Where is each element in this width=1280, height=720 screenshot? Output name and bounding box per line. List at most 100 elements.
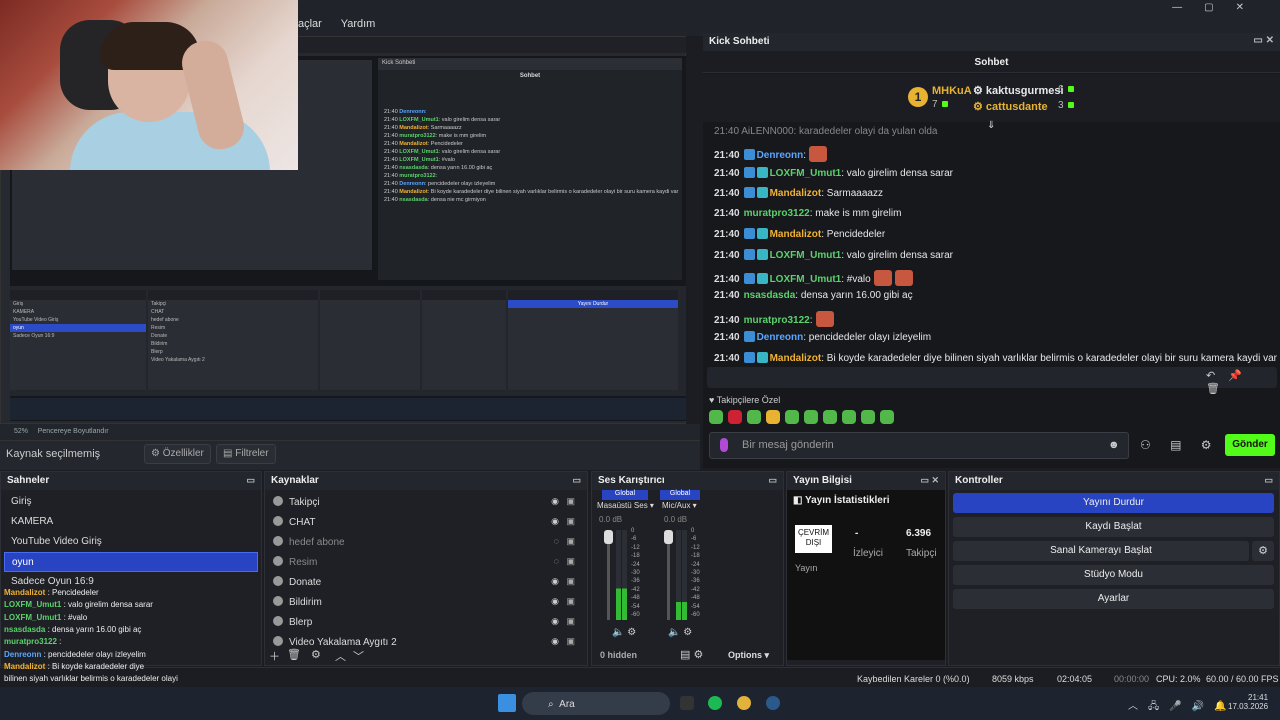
- mixer-layout-icon[interactable]: ▤ ⚙: [680, 648, 703, 661]
- source-item[interactable]: Blerp ◉ ▣: [267, 612, 585, 632]
- chat-messages: 21:40 AiLENN000: karadedeler olayi da yu…: [703, 126, 1280, 390]
- message-username[interactable]: muratpro3122: [744, 208, 810, 219]
- chat-message: 21:40 nsasdasda: densa yarın 16.00 gibi a…: [714, 290, 913, 301]
- channel-name[interactable]: Mic/Aux ▾: [662, 501, 697, 510]
- message-actions[interactable]: ↶📌🗑: [1206, 369, 1280, 395]
- studio-mode-button[interactable]: Stüdyo Modu: [953, 565, 1274, 585]
- level-meter: [682, 530, 687, 620]
- chat-tool-icons[interactable]: ⚇ ▤ ⚙: [1140, 438, 1220, 452]
- nested-source-item: Donate: [151, 333, 168, 339]
- chrome-icon[interactable]: [737, 696, 751, 710]
- dock-close-icon[interactable]: ▭ ✕: [1253, 35, 1274, 46]
- lock-icon[interactable]: ▣: [566, 556, 575, 567]
- visibility-icon[interactable]: ◉: [551, 636, 559, 647]
- channel-name[interactable]: Masaüstü Ses ▾: [597, 501, 654, 510]
- mixer-options[interactable]: Options ▾: [728, 650, 769, 661]
- start-icon[interactable]: [498, 694, 516, 712]
- dock-undock-icon[interactable]: ▭: [572, 475, 581, 486]
- dock-undock-icon[interactable]: ▭: [768, 475, 777, 486]
- scene-item[interactable]: YouTube Video Giriş: [4, 532, 258, 552]
- scene-item[interactable]: oyun: [4, 552, 258, 572]
- message-time: 21:40: [714, 353, 740, 364]
- source-settings-icon[interactable]: ⚙: [311, 648, 321, 661]
- lock-icon[interactable]: ▣: [566, 496, 575, 507]
- message-username[interactable]: muratpro3122: [744, 315, 810, 326]
- stop-stream-button[interactable]: Yayını Durdur: [953, 493, 1274, 513]
- filters-button[interactable]: ▤ Filtreler: [216, 444, 276, 464]
- visibility-icon[interactable]: ◉: [551, 596, 559, 607]
- lock-icon[interactable]: ▣: [566, 536, 575, 547]
- visibility-icon[interactable]: ◉: [551, 616, 559, 627]
- message-username[interactable]: Denreonn: [757, 332, 804, 343]
- window-controls[interactable]: —▢✕: [1172, 2, 1266, 13]
- dock-undock-icon[interactable]: ▭: [246, 475, 255, 486]
- nested-chat-line: 21:40 nsasdasda: densa nie mc girmiyon: [384, 197, 486, 203]
- volume-knob[interactable]: [604, 530, 613, 544]
- mic-icon[interactable]: [720, 438, 728, 452]
- zoom-level[interactable]: 52%: [14, 428, 28, 435]
- message-username[interactable]: LOXFM_Umut1: [770, 274, 842, 285]
- source-item[interactable]: Donate ◉ ▣: [267, 572, 585, 592]
- message-username[interactable]: Mandalizot: [770, 188, 822, 199]
- emoji-icon[interactable]: ☻: [1108, 439, 1120, 451]
- stream-info-title: Yayın Bilgisi ▭ ✕: [787, 472, 945, 490]
- obs-icon[interactable]: [680, 696, 694, 710]
- lock-icon[interactable]: ▣: [566, 596, 575, 607]
- taskbar-search[interactable]: [522, 692, 670, 715]
- nested-chat-line: 21:40 LOXFM_Umut1: valo girelim densa sa…: [384, 149, 501, 155]
- tray-icons[interactable]: ︿🖧🎤🔊🔔: [1128, 697, 1237, 716]
- message-username[interactable]: nsasdasda: [744, 290, 796, 301]
- virtualcam-settings-icon[interactable]: ⚙: [1252, 541, 1274, 561]
- properties-button[interactable]: ⚙ Özellikler: [144, 444, 211, 464]
- menu-item-tools[interactable]: açlar: [298, 18, 322, 30]
- volume-knob[interactable]: [664, 530, 673, 544]
- start-recording-button[interactable]: Kaydı Başlat: [953, 517, 1274, 537]
- message-text: : Pencidedeler: [821, 229, 886, 241]
- message-username[interactable]: LOXFM_Umut1: [770, 168, 842, 179]
- dock-close-icon[interactable]: ▭ ✕: [920, 475, 939, 486]
- scene-item[interactable]: KAMERA: [4, 512, 258, 532]
- emote-bar[interactable]: [709, 410, 899, 426]
- sources-dock: Kaynaklar ▭ Takipçi ◉ ▣ CHAT ◉ ▣ hedef abone ◌ ▣ R…: [264, 471, 588, 666]
- lock-icon[interactable]: ▣: [566, 616, 575, 627]
- taskbar-clock[interactable]: 21:41 17.03.2026: [1228, 693, 1268, 711]
- source-item[interactable]: CHAT ◉ ▣: [267, 512, 585, 532]
- source-item[interactable]: Takipçi ◉ ▣: [267, 492, 585, 512]
- send-button[interactable]: Gönder: [1225, 434, 1275, 456]
- start-virtualcam-button[interactable]: Sanal Kamerayı Başlat: [953, 541, 1249, 561]
- lock-icon[interactable]: ▣: [566, 636, 575, 647]
- steam-icon[interactable]: [766, 696, 780, 710]
- message-username[interactable]: Denreonn: [757, 150, 804, 161]
- source-item[interactable]: hedef abone ◌ ▣: [267, 532, 585, 552]
- message-username[interactable]: LOXFM_Umut1: [770, 250, 842, 261]
- message-username[interactable]: Mandalizot: [770, 353, 822, 364]
- move-up-icon[interactable]: ︿: [335, 648, 346, 664]
- mute-icon[interactable]: 🔈 ⚙: [668, 627, 692, 638]
- lock-icon[interactable]: ▣: [566, 576, 575, 587]
- search-label: ⌕ Ara: [548, 699, 575, 710]
- visibility-icon[interactable]: ◌: [554, 536, 559, 546]
- nested-scene-item: KAMERA: [13, 309, 35, 315]
- nested-taskbar: [10, 398, 686, 420]
- sources-title: Kaynaklar ▭: [265, 472, 587, 490]
- scene-item[interactable]: Giriş: [4, 492, 258, 512]
- visibility-icon[interactable]: ◉: [551, 576, 559, 587]
- emote-icon: [809, 146, 828, 162]
- move-down-icon[interactable]: ﹀: [353, 648, 364, 664]
- source-item[interactable]: Bildirim ◉ ▣: [267, 592, 585, 612]
- message-username[interactable]: Mandalizot: [770, 229, 822, 240]
- source-item[interactable]: Resim ◌ ▣: [267, 552, 585, 572]
- lock-icon[interactable]: ▣: [566, 516, 575, 527]
- mute-icon[interactable]: 🔈 ⚙: [612, 627, 636, 638]
- nested-controls-dock: Yayını Durdur: [508, 290, 678, 390]
- visibility-icon[interactable]: ◉: [551, 516, 559, 527]
- chat-dock-title: Kick Sohbeti ▭ ✕: [703, 33, 1280, 51]
- visibility-icon[interactable]: ◌: [554, 556, 559, 566]
- settings-button[interactable]: Ayarlar: [953, 589, 1274, 609]
- menu-item-help[interactable]: Yardım: [341, 18, 376, 30]
- spotify-icon[interactable]: [708, 696, 722, 710]
- visibility-icon[interactable]: ◉: [551, 496, 559, 507]
- dock-undock-icon[interactable]: ▭: [1264, 475, 1273, 486]
- nested-scene-item: Sadece Oyun 16:9: [13, 333, 55, 339]
- fit-to-window[interactable]: Pencereye Boyutlandır: [38, 428, 109, 435]
